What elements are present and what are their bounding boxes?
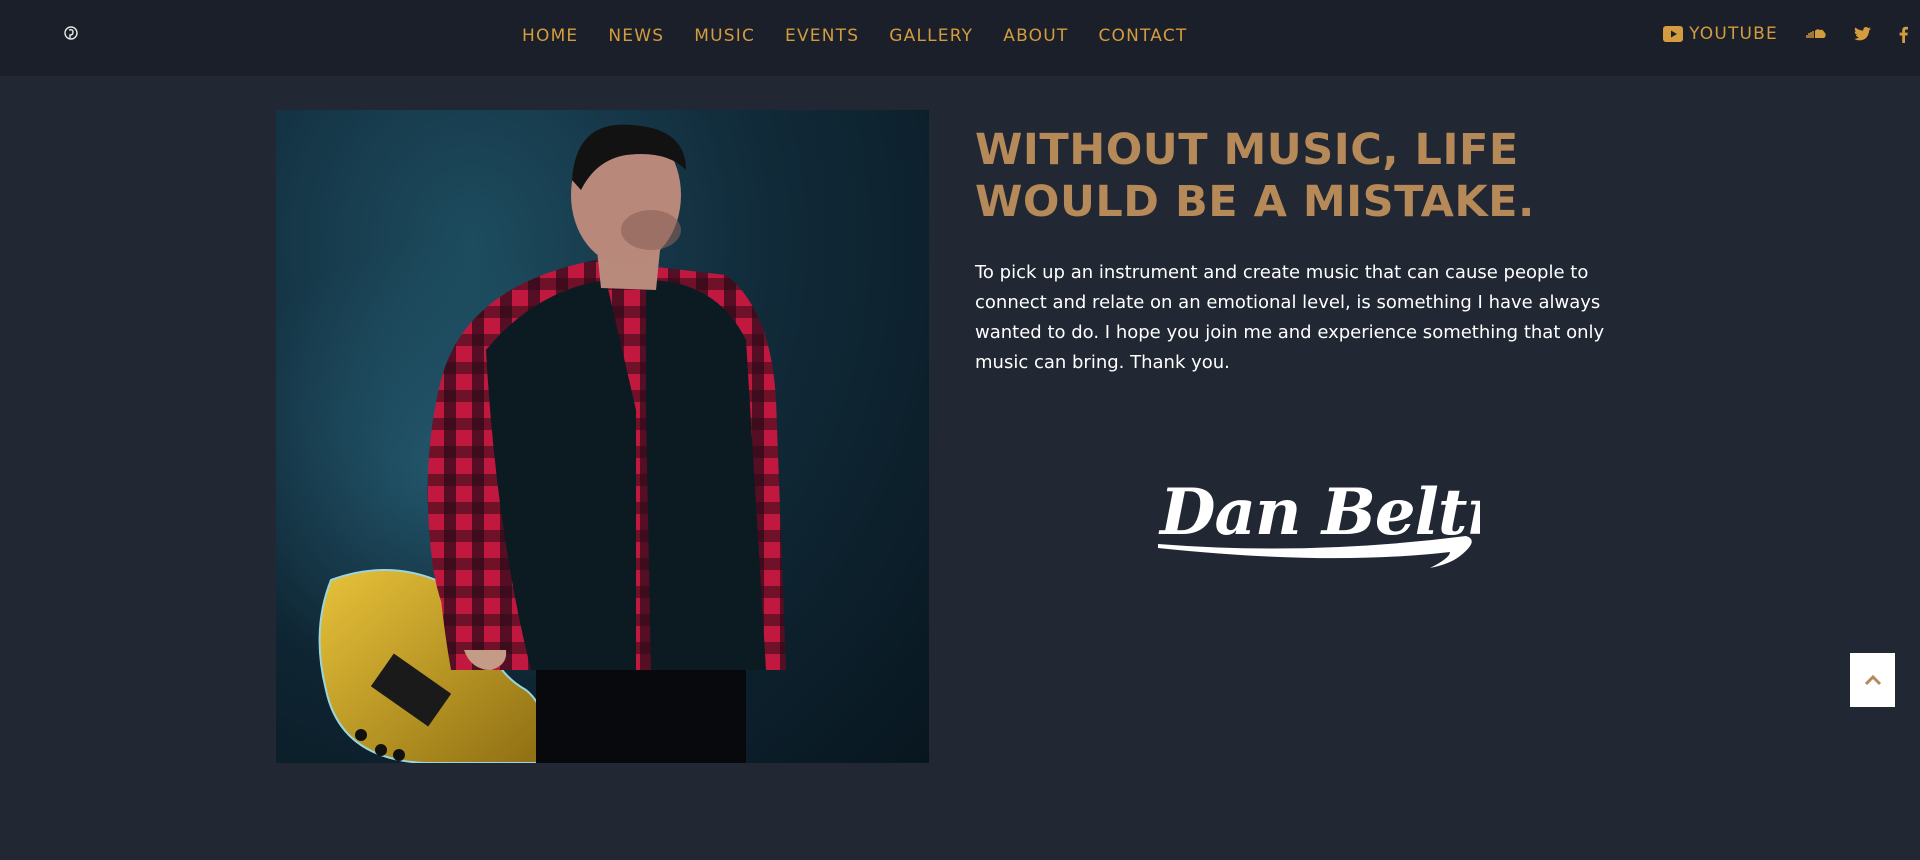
twitter-icon [1854,27,1871,41]
youtube-link[interactable]: YOUTUBE [1663,24,1778,44]
back-to-top-button[interactable] [1850,653,1895,707]
soundcloud-icon [1806,29,1826,38]
twitter-link[interactable] [1854,27,1871,41]
nav-item-gallery[interactable]: GALLERY [889,26,973,46]
nav-item-contact[interactable]: CONTACT [1098,26,1187,46]
main-nav: HOME NEWS MUSIC EVENTS GALLERY ABOUT CON… [522,26,1217,46]
youtube-label: YOUTUBE [1689,24,1778,44]
logo-icon[interactable] [63,24,79,42]
chevron-up-icon [1864,674,1881,686]
youtube-icon [1663,26,1684,42]
about-headline: WITHOUT MUSIC, LIFE WOULD BE A MISTAKE. [975,125,1535,227]
artist-photo-illustration [276,110,929,763]
nav-item-home[interactable]: HOME [522,26,578,46]
signature: Dan Beltran [1158,475,1480,568]
site-header: HOME NEWS MUSIC EVENTS GALLERY ABOUT CON… [0,0,1920,76]
social-links: YOUTUBE [1663,24,1920,44]
svg-text:Dan Beltran: Dan Beltran [1158,475,1480,550]
nav-item-music[interactable]: MUSIC [694,26,755,46]
about-body: To pick up an instrument and create musi… [975,262,1605,373]
nav-item-events[interactable]: EVENTS [785,26,859,46]
nav-item-about[interactable]: ABOUT [1003,26,1068,46]
facebook-link[interactable] [1899,26,1908,43]
nav-item-news[interactable]: NEWS [608,26,664,46]
artist-photo [276,110,929,763]
facebook-icon [1899,26,1908,43]
soundcloud-link[interactable] [1806,28,1826,40]
